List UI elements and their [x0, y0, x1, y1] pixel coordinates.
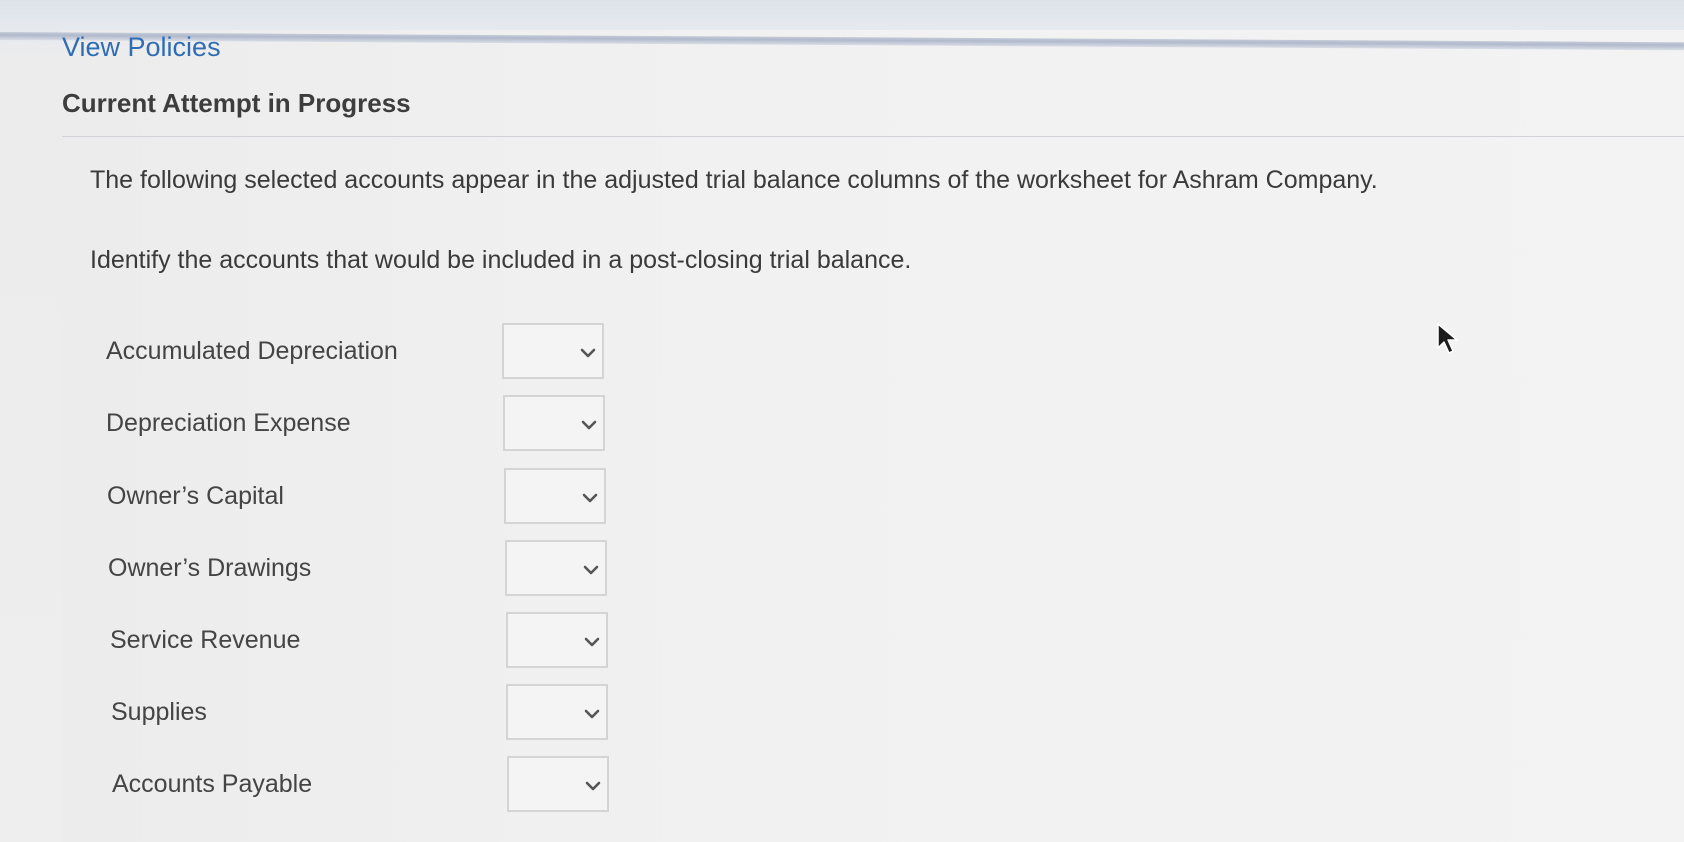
account-row-supplies: Supplies: [111, 684, 731, 742]
question-instruction: Identify the accounts that would be incl…: [90, 246, 912, 274]
account-dropdown[interactable]: [503, 395, 605, 451]
account-dropdown[interactable]: [502, 323, 604, 379]
account-dropdown[interactable]: [504, 468, 606, 524]
account-label: Accumulated Depreciation: [106, 337, 398, 365]
account-row-accounts-payable: Accounts Payable: [112, 756, 732, 814]
chevron-down-icon: [585, 781, 601, 791]
chevron-down-icon: [582, 493, 598, 503]
attempt-title: Current Attempt in Progress: [62, 88, 411, 118]
view-policies-link[interactable]: View Policies: [62, 32, 221, 63]
chevron-down-icon: [584, 637, 600, 647]
account-dropdown[interactable]: [507, 756, 609, 812]
account-row-owners-drawings: Owner’s Drawings: [108, 540, 728, 598]
account-label: Depreciation Expense: [106, 409, 351, 437]
account-label: Supplies: [111, 698, 207, 726]
account-label: Owner’s Capital: [107, 482, 284, 510]
account-dropdown[interactable]: [506, 684, 608, 740]
account-label: Owner’s Drawings: [108, 554, 312, 582]
account-label: Accounts Payable: [112, 770, 313, 798]
chevron-down-icon: [584, 709, 600, 719]
account-row-owners-capital: Owner’s Capital: [107, 468, 727, 526]
section-divider: [62, 136, 1684, 137]
account-row-accumulated-depreciation: Accumulated Depreciation: [106, 323, 726, 381]
account-dropdown[interactable]: [505, 540, 607, 596]
account-dropdown[interactable]: [506, 612, 608, 668]
question-intro: The following selected accounts appear i…: [90, 166, 1378, 194]
account-label: Service Revenue: [110, 626, 301, 654]
account-row-service-revenue: Service Revenue: [110, 612, 730, 670]
chevron-down-icon: [583, 565, 599, 575]
chevron-down-icon: [580, 348, 596, 358]
chevron-down-icon: [581, 420, 597, 430]
account-row-depreciation-expense: Depreciation Expense: [106, 395, 726, 453]
mouse-cursor-icon: [1437, 323, 1458, 354]
